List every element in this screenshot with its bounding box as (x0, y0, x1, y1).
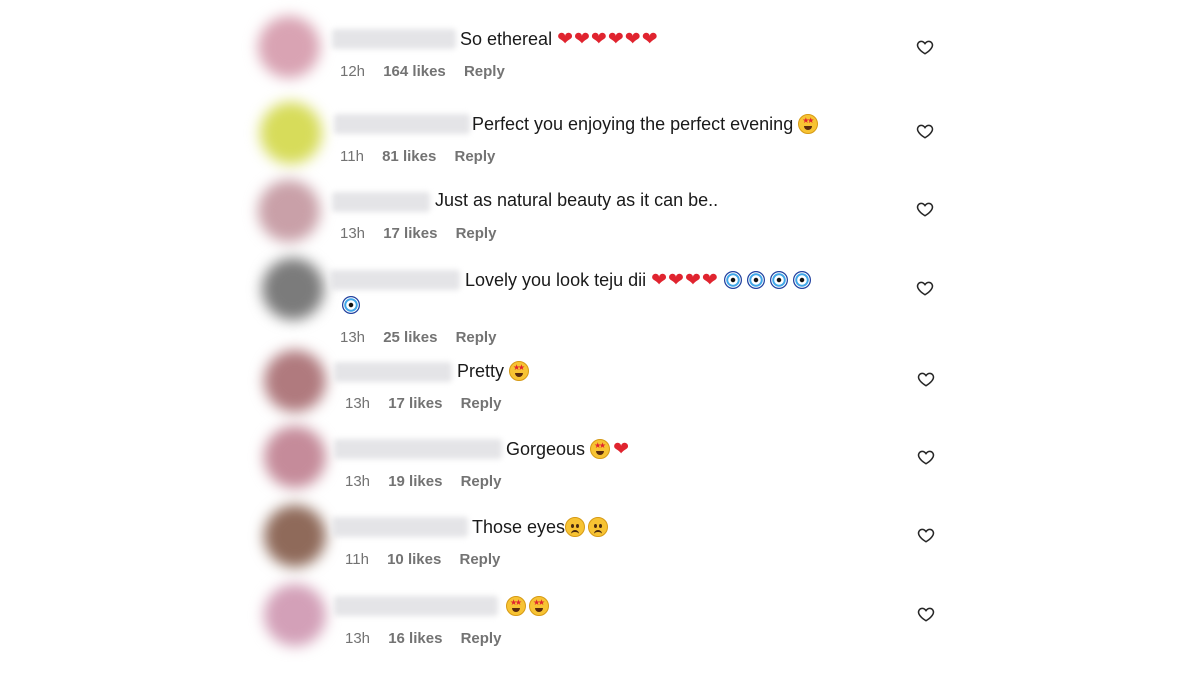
like-count[interactable]: 81 likes (382, 148, 436, 165)
comment-meta: 13h 19 likes Reply (345, 472, 515, 492)
comment-text: Lovely you look teju dii ❤❤❤❤ (465, 268, 816, 293)
avatar[interactable] (258, 180, 320, 242)
comment-meta: 13h 25 likes Reply (340, 328, 510, 348)
reply-button[interactable]: Reply (454, 148, 495, 165)
comment-time: 11h (345, 551, 369, 568)
evil-eye-emoji-group (723, 270, 816, 290)
star-struck-emoji (506, 596, 526, 616)
reply-button[interactable]: Reply (461, 395, 502, 412)
comment-text: Perfect you enjoying the perfect evening (472, 112, 821, 136)
like-count[interactable]: 17 likes (388, 395, 442, 412)
reply-button[interactable]: Reply (464, 63, 505, 80)
reply-button[interactable]: Reply (459, 551, 500, 568)
comment-body: Pretty (457, 361, 505, 381)
username-blurred[interactable] (334, 362, 452, 382)
like-count[interactable]: 19 likes (388, 473, 442, 490)
like-heart-icon[interactable] (916, 38, 934, 56)
comment-meta: 12h 164 likes Reply (340, 62, 519, 82)
frowning-face-emoji (565, 517, 586, 537)
username-blurred[interactable] (332, 29, 456, 49)
like-count[interactable]: 164 likes (383, 63, 446, 80)
avatar[interactable] (264, 584, 326, 646)
comment-body: Lovely you look teju dii (465, 270, 647, 290)
avatar[interactable] (264, 426, 326, 488)
star-struck-emoji (529, 596, 549, 616)
comment-time: 13h (345, 630, 371, 647)
avatar[interactable] (260, 102, 322, 164)
like-heart-icon[interactable] (916, 200, 934, 218)
comment-body: Those eyes (472, 517, 566, 537)
comment-text: So ethereal ❤❤❤❤❤❤ (460, 27, 659, 52)
username-blurred[interactable] (332, 517, 468, 537)
comment-time: 12h (340, 63, 366, 80)
comment-text-wrap (342, 293, 365, 317)
avatar[interactable] (264, 505, 326, 567)
comment-text: Pretty (457, 359, 532, 383)
comment-body: Perfect you enjoying the perfect evening (472, 114, 794, 134)
username-blurred[interactable] (332, 192, 430, 212)
comment-meta: 13h 16 likes Reply (345, 629, 515, 649)
username-blurred[interactable] (334, 114, 470, 134)
comment-meta: 13h 17 likes Reply (345, 394, 515, 414)
comment-body: Gorgeous (506, 439, 586, 459)
comment-meta: 11h 10 likes Reply (345, 550, 514, 570)
like-heart-icon[interactable] (916, 122, 934, 140)
like-count[interactable]: 25 likes (383, 329, 437, 346)
comment-text: Just as natural beauty as it can be.. (435, 188, 718, 212)
comment-body: Just as natural beauty as it can be.. (435, 190, 719, 210)
like-heart-icon[interactable] (917, 370, 935, 388)
heart-emoji: ❤ (613, 439, 630, 460)
comment-list: So ethereal ❤❤❤❤❤❤ 12h 164 likes Reply P… (0, 0, 1200, 675)
reply-button[interactable]: Reply (461, 630, 502, 647)
like-count[interactable]: 16 likes (388, 630, 442, 647)
frowning-face-emoji (588, 517, 609, 537)
comment-time: 13h (340, 329, 366, 346)
star-struck-emoji (590, 439, 611, 459)
like-count[interactable]: 17 likes (383, 225, 437, 242)
reply-button[interactable]: Reply (456, 225, 497, 242)
avatar[interactable] (262, 258, 324, 320)
avatar[interactable] (258, 16, 320, 78)
comment-time: 13h (340, 225, 366, 242)
comment-time: 11h (340, 148, 364, 165)
avatar[interactable] (264, 350, 326, 412)
heart-emoji-group: ❤❤❤❤ (651, 270, 719, 291)
reply-button[interactable]: Reply (461, 473, 502, 490)
username-blurred[interactable] (334, 439, 502, 459)
comment-time: 13h (345, 395, 371, 412)
username-blurred[interactable] (330, 270, 460, 290)
like-heart-icon[interactable] (916, 279, 934, 297)
heart-emoji-group: ❤❤❤❤❤❤ (557, 29, 659, 50)
username-blurred[interactable] (334, 596, 498, 616)
comment-text: Gorgeous ❤ (506, 437, 630, 462)
comment-meta: 11h 81 likes Reply (340, 147, 509, 167)
reply-button[interactable]: Reply (456, 329, 497, 346)
like-heart-icon[interactable] (917, 605, 935, 623)
like-heart-icon[interactable] (917, 448, 935, 466)
comment-time: 13h (345, 473, 371, 490)
star-struck-emoji (509, 361, 530, 381)
evil-eye-emoji (342, 296, 360, 314)
comment-text (506, 594, 552, 618)
like-heart-icon[interactable] (917, 526, 935, 544)
comment-text: Those eyes (472, 515, 611, 539)
star-struck-emoji (798, 114, 819, 134)
comment-meta: 13h 17 likes Reply (340, 224, 510, 244)
comment-body: So ethereal (460, 29, 553, 49)
like-count[interactable]: 10 likes (387, 551, 441, 568)
